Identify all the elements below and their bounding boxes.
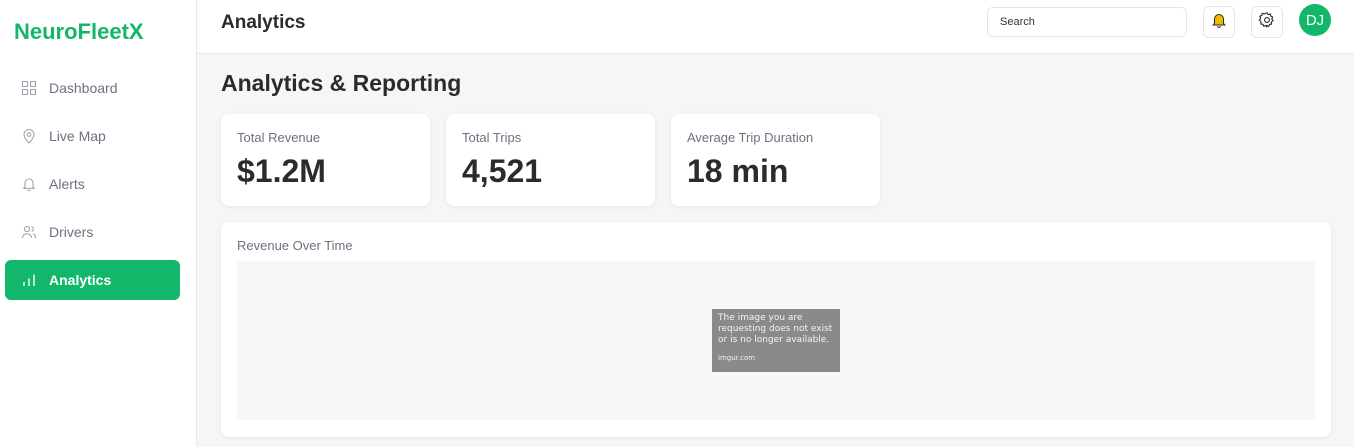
stat-card-average-trip-duration: Average Trip Duration 18 min xyxy=(671,114,880,206)
sidebar-item-live-map[interactable]: Live Map xyxy=(5,116,180,156)
stat-card-total-trips: Total Trips 4,521 xyxy=(446,114,655,206)
notifications-button[interactable] xyxy=(1203,6,1235,38)
placeholder-line: The image you are xyxy=(718,313,803,323)
search-input[interactable] xyxy=(987,7,1187,37)
sidebar-item-label: Dashboard xyxy=(49,80,118,96)
chart-area: The image you are requesting does not ex… xyxy=(237,261,1315,420)
avatar[interactable]: DJ xyxy=(1299,4,1331,36)
settings-button[interactable] xyxy=(1251,6,1283,38)
sidebar-item-alerts[interactable]: Alerts xyxy=(5,164,180,204)
stat-label: Average Trip Duration xyxy=(687,130,814,145)
bell-icon xyxy=(1210,11,1228,34)
sidebar-nav: Dashboard Live Map Alerts Drivers Analyt… xyxy=(0,63,196,300)
brand-logo[interactable]: NeuroFleetX xyxy=(0,0,196,63)
content: Analytics & Reporting Total Revenue $1.2… xyxy=(197,54,1354,437)
sidebar-item-analytics[interactable]: Analytics xyxy=(5,260,180,300)
bar-chart-icon xyxy=(21,272,37,288)
sidebar-item-label: Analytics xyxy=(49,272,112,288)
placeholder-line: or is no longer available. xyxy=(718,335,830,345)
grid-icon xyxy=(21,80,37,96)
stat-card-total-revenue: Total Revenue $1.2M xyxy=(221,114,430,206)
header-title: Analytics xyxy=(221,11,306,33)
header-actions: DJ xyxy=(987,4,1331,38)
gear-icon xyxy=(1258,11,1276,34)
sidebar-item-drivers[interactable]: Drivers xyxy=(5,212,180,252)
sidebar-item-label: Alerts xyxy=(49,176,85,192)
users-icon xyxy=(21,224,37,240)
sidebar: NeuroFleetX Dashboard Live Map Alerts Dr… xyxy=(0,0,197,447)
sidebar-item-dashboard[interactable]: Dashboard xyxy=(5,68,180,108)
stat-value: $1.2M xyxy=(237,153,326,189)
stat-label: Total Revenue xyxy=(237,130,321,145)
placeholder-source: imgur.com xyxy=(718,354,756,362)
placeholder-line: requesting does not exist xyxy=(718,324,833,334)
page-title: Analytics & Reporting xyxy=(221,70,462,96)
panel-title: Revenue Over Time xyxy=(237,238,353,253)
stat-value: 18 min xyxy=(687,153,789,189)
stat-value: 4,521 xyxy=(462,153,543,189)
top-bar: Analytics DJ xyxy=(197,0,1354,54)
sidebar-item-label: Drivers xyxy=(49,224,94,240)
stat-cards: Total Revenue $1.2M Total Trips 4,521 Av… xyxy=(221,114,1331,206)
main-area: Analytics DJ Analytics & Reporting xyxy=(197,0,1354,447)
revenue-chart-panel: Revenue Over Time The image you are requ… xyxy=(221,222,1331,437)
bell-icon xyxy=(21,176,37,192)
app: NeuroFleetX Dashboard Live Map Alerts Dr… xyxy=(0,0,1354,447)
map-pin-icon xyxy=(21,128,37,144)
sidebar-item-label: Live Map xyxy=(49,128,106,144)
missing-image-placeholder: The image you are requesting does not ex… xyxy=(712,309,840,372)
stat-label: Total Trips xyxy=(462,130,522,145)
